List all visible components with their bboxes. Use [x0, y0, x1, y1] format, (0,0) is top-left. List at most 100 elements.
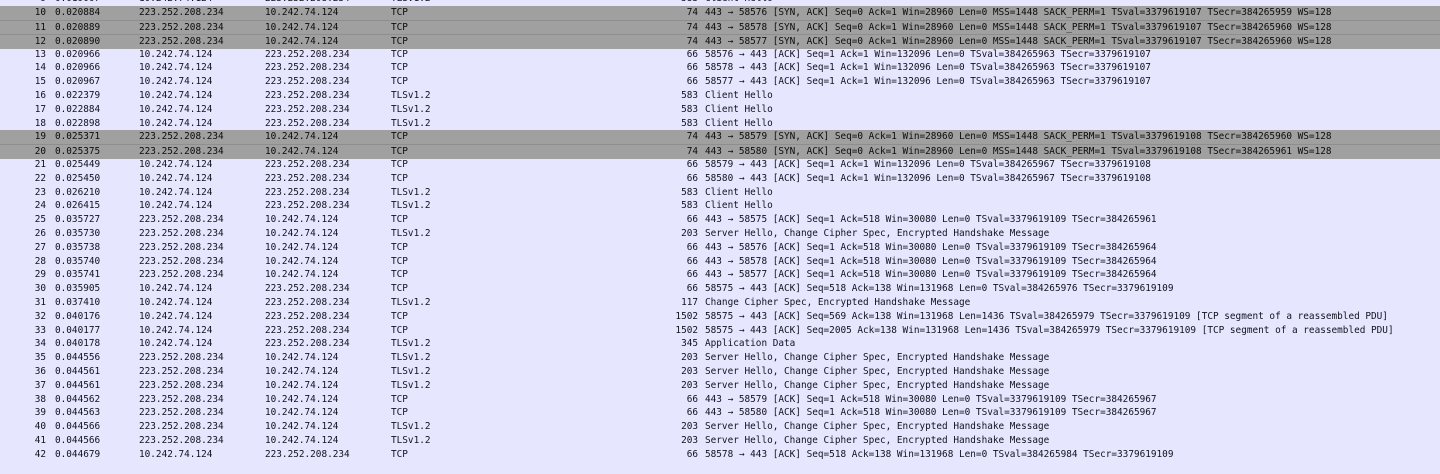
packet-number: 32 [34, 310, 46, 322]
packet-row[interactable]: 37 0.044561 223.252.208.234 10.242.74.124 TL… [0, 379, 1440, 393]
packet-source: 223.252.208.234 [139, 366, 224, 377]
packet-destination: 223.252.208.234 [265, 117, 350, 129]
packet-destination: 10.242.74.124 [265, 35, 339, 47]
packet-destination: 10.242.74.124 [265, 435, 339, 446]
packet-length: 66 [686, 241, 698, 253]
packet-time: 0.040177 [55, 324, 101, 336]
packet-protocol: TCP [391, 255, 408, 267]
packet-time: 0.022379 [55, 90, 101, 101]
packet-time: 0.022884 [55, 103, 101, 115]
packet-number: 25 [34, 214, 46, 226]
packet-row[interactable]: 11 0.020889 223.252.208.234 10.242.74.124 TC… [0, 20, 1440, 35]
packet-row[interactable]: 15 0.020967 10.242.74.124 223.252.208.234 TC… [0, 75, 1440, 89]
packet-destination: 223.252.208.234 [265, 283, 350, 295]
packet-number: 15 [34, 76, 46, 88]
packet-row[interactable]: 33 0.040177 10.242.74.124 223.252.208.234 TC… [0, 324, 1440, 338]
packet-row[interactable]: 20 0.025375 223.252.208.234 10.242.74.124 TC… [0, 144, 1440, 159]
packet-source: 10.242.74.124 [139, 90, 213, 101]
packet-time: 0.020889 [55, 22, 101, 33]
packet-time: 0.035741 [55, 269, 101, 281]
packet-row[interactable]: 41 0.044566 223.252.208.234 10.242.74.124 TL… [0, 434, 1440, 448]
packet-row[interactable]: 34 0.040178 10.242.74.124 223.252.208.234 TL… [0, 337, 1440, 351]
packet-row[interactable]: 29 0.035741 223.252.208.234 10.242.74.124 TC… [0, 268, 1440, 282]
packet-list[interactable]: 90.01900710.242.74.124223.252.208.234TLS… [0, 0, 1440, 474]
packet-length: 66 [686, 48, 698, 60]
packet-source: 223.252.208.234 [139, 421, 224, 433]
packet-protocol: TCP [391, 146, 408, 158]
packet-row[interactable]: 38 0.044562 223.252.208.234 10.242.74.124 TC… [0, 393, 1440, 407]
packet-time: 0.040178 [55, 338, 101, 350]
packet-info: 58578 → 443 [ACK] Seq=1 Ack=1 Win=132096… [705, 62, 1151, 74]
packet-row[interactable]: 32 0.040176 10.242.74.124 223.252.208.234 TC… [0, 310, 1440, 324]
packet-destination: 10.242.74.124 [265, 255, 339, 267]
packet-time: 0.044566 [55, 435, 101, 446]
packet-row[interactable]: 35 0.044556 223.252.208.234 10.242.74.124 TL… [0, 351, 1440, 365]
packet-source: 10.242.74.124 [139, 283, 213, 295]
packet-row[interactable]: 14 0.020966 10.242.74.124 223.252.208.234 TC… [0, 61, 1440, 75]
packet-row[interactable]: 36 0.044561 223.252.208.234 10.242.74.124 TL… [0, 365, 1440, 379]
packet-destination: 223.252.208.234 [265, 338, 350, 350]
packet-time: 0.035905 [55, 283, 101, 295]
packet-row[interactable]: 26 0.035730 223.252.208.234 10.242.74.124 TL… [0, 227, 1440, 241]
packet-number: 12 [34, 35, 46, 47]
packet-source: 10.242.74.124 [139, 62, 213, 74]
packet-row[interactable]: 16 0.022379 10.242.74.124 223.252.208.234 TL… [0, 89, 1440, 103]
packet-row[interactable]: 40 0.044566 223.252.208.234 10.242.74.124 TL… [0, 420, 1440, 434]
packet-row[interactable]: 24 0.026415 10.242.74.124 223.252.208.234 TL… [0, 199, 1440, 213]
packet-info: 443 → 58577 [SYN, ACK] Seq=0 Ack=1 Win=2… [705, 35, 1332, 47]
packet-length: 203 [681, 379, 698, 391]
packet-row[interactable]: 42 0.044679 10.242.74.124 223.252.208.234 TC… [0, 448, 1440, 462]
packet-row[interactable]: 19 0.025371 223.252.208.234 10.242.74.124 TC… [0, 130, 1440, 145]
packet-row[interactable]: 10 0.020884 223.252.208.234 10.242.74.124 TC… [0, 6, 1440, 20]
packet-row[interactable]: 23 0.026210 10.242.74.124 223.252.208.234 TL… [0, 186, 1440, 200]
packet-protocol: TCP [391, 448, 408, 460]
packet-info: 443 → 58580 [ACK] Seq=1 Ack=518 Win=3008… [705, 407, 1157, 419]
packet-protocol: TLSv1.2 [391, 421, 431, 433]
packet-row[interactable]: 28 0.035740 223.252.208.234 10.242.74.124 TC… [0, 255, 1440, 269]
packet-protocol: TCP [391, 214, 408, 226]
packet-row[interactable]: 18 0.022898 10.242.74.124 223.252.208.234 TL… [0, 117, 1440, 131]
packet-destination: 223.252.208.234 [265, 310, 350, 322]
packet-row[interactable]: 31 0.037410 10.242.74.124 223.252.208.234 TL… [0, 296, 1440, 310]
packet-row[interactable]: 30 0.035905 10.242.74.124 223.252.208.234 TC… [0, 282, 1440, 296]
packet-number: 34 [34, 338, 46, 350]
packet-protocol: TLSv1.2 [391, 352, 431, 364]
packet-length: 66 [686, 172, 698, 184]
packet-source: 223.252.208.234 [139, 7, 224, 19]
packet-length: 203 [681, 435, 698, 446]
packet-destination: 223.252.208.234 [265, 62, 350, 74]
packet-row[interactable]: 21 0.025449 10.242.74.124 223.252.208.234 TC… [0, 158, 1440, 172]
packet-protocol: TLSv1.2 [391, 200, 431, 212]
packet-source: 10.242.74.124 [139, 297, 213, 308]
packet-time: 0.025371 [55, 131, 101, 143]
packet-time: 0.020890 [55, 35, 101, 47]
packet-length: 583 [681, 103, 698, 115]
packet-destination: 10.242.74.124 [265, 214, 339, 226]
packet-row[interactable]: 12 0.020890 223.252.208.234 10.242.74.124 TC… [0, 33, 1440, 49]
packet-info: Application Data [705, 338, 796, 350]
packet-info: 443 → 58578 [SYN, ACK] Seq=0 Ack=1 Win=2… [705, 22, 1332, 33]
packet-destination: 10.242.74.124 [265, 393, 339, 405]
packet-length: 203 [681, 228, 698, 239]
packet-source: 223.252.208.234 [139, 407, 224, 419]
packet-destination: 10.242.74.124 [265, 421, 339, 433]
packet-row[interactable]: 27 0.035738 223.252.208.234 10.242.74.124 TC… [0, 241, 1440, 255]
packet-row[interactable]: 25 0.035727 223.252.208.234 10.242.74.124 TC… [0, 213, 1440, 227]
packet-row[interactable]: 39 0.044563 223.252.208.234 10.242.74.124 TC… [0, 406, 1440, 420]
packet-info: 443 → 58576 [SYN, ACK] Seq=0 Ack=1 Win=2… [705, 7, 1332, 19]
packet-protocol: TCP [391, 393, 408, 405]
packet-length: 583 [681, 117, 698, 129]
packet-length: 583 [681, 186, 698, 198]
packet-protocol: TCP [391, 62, 408, 74]
packet-time: 0.044556 [55, 352, 101, 364]
packet-length: 66 [686, 407, 698, 419]
packet-destination: 223.252.208.234 [265, 324, 350, 336]
packet-row[interactable]: 22 0.025450 10.242.74.124 223.252.208.234 TC… [0, 172, 1440, 186]
packet-length: 1502 [675, 324, 698, 336]
packet-row[interactable]: 17 0.022884 10.242.74.124 223.252.208.234 TL… [0, 103, 1440, 117]
packet-row[interactable]: 13 0.020966 10.242.74.124 223.252.208.234 TC… [0, 48, 1440, 62]
packet-number: 24 [34, 200, 46, 212]
packet-number: 17 [34, 103, 46, 115]
packet-length: 74 [686, 35, 698, 47]
packet-protocol: TCP [391, 35, 408, 47]
